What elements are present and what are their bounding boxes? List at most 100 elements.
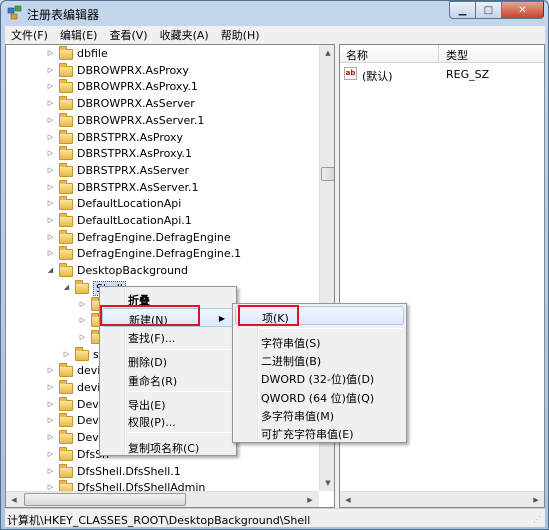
menu-favorites[interactable]: 收藏夹(A) [154,27,215,43]
tree-expander-icon[interactable]: ▷ [46,66,55,75]
submenu-multi-string-value[interactable]: 多字符串值(M) [235,405,404,424]
highlight-box-new [100,305,200,326]
maximize-button[interactable]: □ [475,1,501,19]
tree-expander-icon[interactable]: ▷ [78,300,87,309]
tree-expander-icon[interactable]: ▷ [46,49,55,58]
tree-item[interactable]: ▷ DBRSTPRX.AsServer [6,162,321,179]
folder-icon [59,112,73,127]
tree-expander-icon[interactable]: ▷ [46,383,55,392]
tree-item[interactable]: ▷ DBROWPRX.AsProxy [6,62,321,79]
tree-item[interactable]: ◢ DesktopBackground [6,262,321,279]
folder-icon [59,129,73,144]
tree-expander-icon[interactable]: ▷ [62,350,71,359]
tree-expander-icon[interactable]: ▷ [46,433,55,442]
tree-expander-icon[interactable]: ▷ [46,99,55,108]
value-type: REG_SZ [446,68,490,81]
tree-expander-icon[interactable]: ▷ [46,149,55,158]
tree-expander-icon[interactable]: ▷ [46,183,55,192]
tree-expander-icon[interactable]: ▷ [46,249,55,258]
tree-item[interactable]: ▷ DBROWPRX.AsServer [6,95,321,112]
tree-expander-icon[interactable]: ▷ [46,199,55,208]
tree-expander-icon[interactable]: ◢ [62,283,71,292]
submenu-binary-value[interactable]: 二进制值(B) [235,350,404,369]
tree-item[interactable]: ▷ DfsShell.DfsShell.1 [6,463,321,480]
tree-item[interactable]: ▷ DBRSTPRX.AsProxy [6,129,321,146]
list-scroll-right-arrow-icon[interactable]: ▶ [528,492,544,507]
folder-icon [59,430,73,445]
tree-expander-icon[interactable]: ▷ [46,366,55,375]
folder-icon [59,96,73,111]
scroll-right-arrow-icon[interactable]: ▶ [302,492,318,507]
tree-expander-icon[interactable]: ▷ [46,133,55,142]
tree-item[interactable]: ▷ DefragEngine.DefragEngine.1 [6,245,321,262]
tree-item[interactable]: ▷ DefaultLocationApi [6,195,321,212]
resize-grip-icon[interactable]: ⋰ [533,515,543,525]
caption-buttons: ▁ □ ✕ [449,1,544,19]
tree-expander-icon[interactable]: ▷ [46,450,55,459]
tree-item-label: DefaultLocationApi.1 [77,214,192,227]
tree-expander-icon[interactable]: ▷ [46,166,55,175]
tree-expander-icon[interactable]: ◢ [46,266,55,275]
folder-icon [59,179,73,194]
registry-editor-icon [7,5,23,21]
tree-expander-icon[interactable]: ▷ [78,316,87,325]
tree-expander-icon[interactable]: ▷ [46,233,55,242]
tree-expander-icon[interactable]: ▷ [78,333,87,342]
menu-edit[interactable]: 编辑(E) [54,27,104,43]
tree-expander-icon[interactable]: ▷ [46,82,55,91]
close-button[interactable]: ✕ [501,1,544,19]
submenu-binary-label: 二进制值(B) [261,355,322,368]
submenu-expandable-string-value[interactable]: 可扩充字符串值(E) [235,423,404,442]
tree-expander-icon[interactable]: ▷ [46,400,55,409]
submenu-string-value[interactable]: 字符串值(S) [235,332,404,351]
menu-file[interactable]: 文件(F) [5,27,54,43]
ctx-find[interactable]: 查找(F)... [102,327,234,346]
submenu-arrow-icon: ▶ [218,314,225,323]
folder-icon [75,346,89,361]
title-bar[interactable]: 注册表编辑器 ▁ □ ✕ [1,1,548,25]
tree-expander-icon[interactable]: ▷ [46,467,55,476]
tree-horizontal-scrollbar[interactable]: ◀ ▶ [6,491,319,507]
tree-item-label: DBROWPRX.AsServer.1 [77,113,205,127]
ctx-rename[interactable]: 重命名(R) [102,370,234,389]
minimize-button[interactable]: ▁ [449,1,475,19]
folder-icon [59,62,73,77]
status-path: 计算机\HKEY_CLASSES_ROOT\DesktopBackground\… [7,514,311,527]
ctx-permissions-label: 权限(P)... [128,416,176,429]
folder-icon [59,213,73,227]
column-type-header[interactable]: 类型 [446,47,468,63]
scroll-left-arrow-icon[interactable]: ◀ [6,492,22,507]
ctx-copy-key-name[interactable]: 复制项名称(C) [102,437,234,456]
tree-item[interactable]: ▷ DBROWPRX.AsServer.1 [6,112,321,129]
scroll-down-arrow-icon[interactable]: ▼ [320,475,334,491]
folder-icon [59,46,73,60]
scroll-up-arrow-icon[interactable]: ▲ [320,45,334,61]
registry-editor-window: 注册表编辑器 ▁ □ ✕ 文件(F) 编辑(E) 查看(V) 收藏夹(A) 帮助… [0,0,549,530]
tree-expander-icon[interactable]: ▷ [46,116,55,125]
list-scroll-left-arrow-icon[interactable]: ◀ [340,492,356,507]
folder-icon [59,446,73,461]
submenu-qword-value[interactable]: QWORD (64 位)值(Q) [235,387,404,406]
tree-item[interactable]: ▷ DefaultLocationApi.1 [6,212,321,229]
tree-expander-icon[interactable]: ▷ [46,216,55,225]
list-horizontal-scrollbar[interactable]: ◀ ▶ [340,491,544,507]
submenu-dword-value[interactable]: DWORD (32-位)值(D) [235,368,404,387]
submenu-string-label: 字符串值(S) [261,337,321,350]
ctx-delete[interactable]: 删除(D) [102,351,234,370]
tree-scroll-thumb[interactable] [321,167,334,181]
tree-hscroll-thumb[interactable] [24,493,186,506]
ctx-permissions[interactable]: 权限(P)... [102,411,234,430]
tree-item[interactable]: ▷ dbfile [6,45,321,62]
column-separator[interactable] [438,45,439,63]
tree-item[interactable]: ▷ DefragEngine.DefragEngine [6,229,321,246]
folder-icon [59,263,73,278]
menu-help[interactable]: 帮助(H) [215,27,266,43]
tree-item[interactable]: ▷ DBROWPRX.AsProxy.1 [6,78,321,95]
tree-item[interactable]: ▷ DBRSTPRX.AsServer.1 [6,179,321,196]
tree-item[interactable]: ▷ DBRSTPRX.AsProxy.1 [6,145,321,162]
column-name-header[interactable]: 名称 [346,47,368,63]
value-row-default[interactable]: ab (默认) REG_SZ [340,66,544,83]
submenu-multi-label: 多字符串值(M) [261,410,335,423]
menu-view[interactable]: 查看(V) [103,27,153,43]
tree-expander-icon[interactable]: ▷ [46,416,55,425]
